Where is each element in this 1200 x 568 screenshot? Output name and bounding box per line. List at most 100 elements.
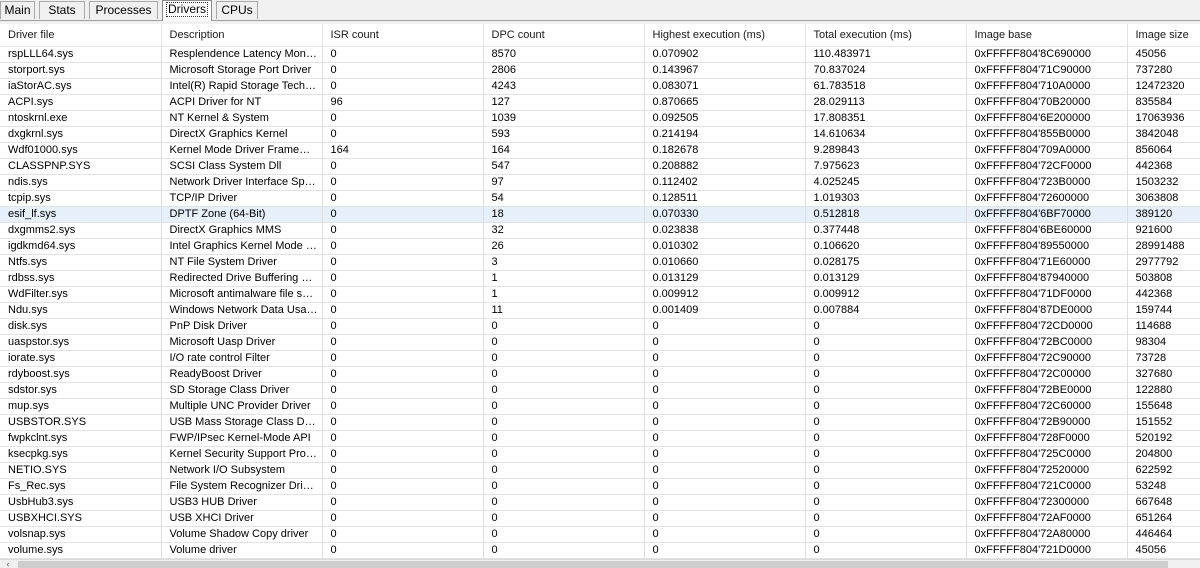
table-row[interactable]: WdFilter.sys Microsoft antimalware file s… <box>0 286 1200 303</box>
cell-image-size: 114688 <box>1127 318 1200 335</box>
table-row[interactable]: dxgmms2.sys DirectX Graphics MMS 0 32 0.0238… <box>0 222 1200 239</box>
cell-image-base: 0xFFFFF804'728F0000 <box>966 430 1128 447</box>
table-row[interactable]: storport.sys Microsoft Storage Port Drive… <box>0 62 1200 79</box>
table-row[interactable]: dxgkrnl.sys DirectX Graphics Kernel 0 593 0.… <box>0 126 1200 143</box>
cell-highest-execution: 0.010302 <box>644 238 806 255</box>
cell-driver-file: ndis.sys <box>0 174 162 191</box>
tab-stats[interactable]: Stats <box>39 1 85 19</box>
cell-image-base: 0xFFFFF804'72520000 <box>966 462 1128 479</box>
cell-driver-file: tcpip.sys <box>0 190 162 207</box>
table-row[interactable]: USBXHCI.SYS USB XHCI Driver 0 0 0 0 0xFFFFF804… <box>0 510 1200 527</box>
table-row[interactable]: rspLLL64.sys Resplendence Latency Monit..… <box>0 46 1200 63</box>
column-header-description[interactable]: Description <box>161 24 323 47</box>
table-row[interactable]: CLASSPNP.SYS SCSI Class System Dll 0 547 0.2… <box>0 158 1200 175</box>
table-row[interactable]: UsbHub3.sys USB3 HUB Driver 0 0 0 0 0xFFFFF804… <box>0 494 1200 511</box>
table-row[interactable]: esif_lf.sys DPTF Zone (64-Bit) 0 18 0.070330… <box>0 206 1200 223</box>
cell-image-base: 0xFFFFF804'72C00000 <box>966 366 1128 383</box>
cell-image-size: 17063936 <box>1127 110 1200 127</box>
cell-image-size: 446464 <box>1127 526 1200 543</box>
table-row[interactable]: igdkmd64.sys Intel Graphics Kernel Mode D… <box>0 238 1200 255</box>
cell-dpc-count: 164 <box>483 142 645 159</box>
column-header-highest-execution[interactable]: Highest execution (ms) <box>644 24 806 47</box>
table-row[interactable]: NETIO.SYS Network I/O Subsystem 0 0 0 0 0xFFFF… <box>0 462 1200 479</box>
column-header-image-size[interactable]: Image size <box>1127 24 1200 47</box>
table-row[interactable]: uaspstor.sys Microsoft Uasp Driver 0 0 0 0 0xF… <box>0 334 1200 351</box>
horizontal-scrollbar[interactable]: ‹ <box>0 559 1200 568</box>
cell-highest-execution: 0 <box>644 462 806 479</box>
table-row[interactable]: iorate.sys I/O rate control Filter 0 0 0 0 0xF… <box>0 350 1200 367</box>
cell-image-size: 3842048 <box>1127 126 1200 143</box>
cell-dpc-count: 18 <box>483 206 645 223</box>
cell-driver-file: dxgkrnl.sys <box>0 126 162 143</box>
cell-image-base: 0xFFFFF804'72BE0000 <box>966 382 1128 399</box>
drivers-list-view[interactable]: Driver file Description ISR count DPC count… <box>0 24 1200 559</box>
table-row[interactable]: Fs_Rec.sys File System Recognizer Driver 0… <box>0 478 1200 495</box>
tab-cpus[interactable]: CPUs <box>216 1 258 19</box>
cell-total-execution: 0 <box>805 414 967 431</box>
table-row[interactable]: ndis.sys Network Driver Interface Speci..… <box>0 174 1200 191</box>
cell-driver-file: esif_lf.sys <box>0 206 162 223</box>
cell-isr-count: 0 <box>322 414 484 431</box>
cell-isr-count: 0 <box>322 478 484 495</box>
table-row[interactable]: Ntfs.sys NT File System Driver 0 3 0.010660 0… <box>0 254 1200 271</box>
tab-stats-label: Stats <box>48 3 76 17</box>
cell-description: File System Recognizer Driver <box>161 478 323 495</box>
cell-image-size: 159744 <box>1127 302 1200 319</box>
cell-highest-execution: 0 <box>644 510 806 527</box>
table-row[interactable]: sdstor.sys SD Storage Class Driver 0 0 0 0 0xF… <box>0 382 1200 399</box>
cell-dpc-count: 0 <box>483 334 645 351</box>
table-row[interactable]: Ndu.sys Windows Network Data Usag... 0 11 0.… <box>0 302 1200 319</box>
table-row[interactable]: fwpkclnt.sys FWP/IPsec Kernel-Mode API 0 0 0… <box>0 430 1200 447</box>
cell-image-base: 0xFFFFF804'855B0000 <box>966 126 1128 143</box>
tab-processes[interactable]: Processes <box>89 1 158 19</box>
chevron-left-icon[interactable]: ‹ <box>0 560 16 568</box>
cell-total-execution: 0.106620 <box>805 238 967 255</box>
cell-image-base: 0xFFFFF804'721C0000 <box>966 478 1128 495</box>
table-row[interactable]: rdyboost.sys ReadyBoost Driver 0 0 0 0 0xFFFFF… <box>0 366 1200 383</box>
tab-drivers[interactable]: Drivers <box>162 0 212 21</box>
table-row[interactable]: ACPI.sys ACPI Driver for NT 96 127 0.870665 2… <box>0 94 1200 111</box>
column-header-total-execution[interactable]: Total execution (ms) <box>805 24 967 47</box>
table-row[interactable]: USBSTOR.SYS USB Mass Storage Class Driver… <box>0 414 1200 431</box>
cell-dpc-count: 0 <box>483 398 645 415</box>
table-row[interactable]: disk.sys PnP Disk Driver 0 0 0 0 0xFFFFF804'72… <box>0 318 1200 335</box>
column-header-driver-file[interactable]: Driver file <box>0 24 162 47</box>
column-header-image-base[interactable]: Image base <box>966 24 1128 47</box>
cell-driver-file: volsnap.sys <box>0 526 162 543</box>
cell-image-size: 389120 <box>1127 206 1200 223</box>
table-row[interactable]: volume.sys Volume driver 0 0 0 0 0xFFFFF804'72… <box>0 542 1200 559</box>
table-row[interactable]: rdbss.sys Redirected Drive Buffering Su..… <box>0 270 1200 287</box>
column-header-isr-count[interactable]: ISR count <box>322 24 484 47</box>
cell-total-execution: 0.009912 <box>805 286 967 303</box>
table-row[interactable]: mup.sys Multiple UNC Provider Driver 0 0 0 0 0… <box>0 398 1200 415</box>
cell-description: DirectX Graphics Kernel <box>161 126 323 143</box>
cell-dpc-count: 54 <box>483 190 645 207</box>
table-row[interactable]: iaStorAC.sys Intel(R) Rapid Storage Techn… <box>0 78 1200 95</box>
cell-isr-count: 0 <box>322 366 484 383</box>
tab-main[interactable]: Main <box>0 1 35 19</box>
cell-isr-count: 0 <box>322 78 484 95</box>
table-row[interactable]: tcpip.sys TCP/IP Driver 0 54 0.128511 1.01930… <box>0 190 1200 207</box>
cell-image-base: 0xFFFFF804'710A0000 <box>966 78 1128 95</box>
column-header-dpc-count[interactable]: DPC count <box>483 24 645 47</box>
table-row[interactable]: volsnap.sys Volume Shadow Copy driver 0 0 0 0… <box>0 526 1200 543</box>
drivers-table: Driver file Description ISR count DPC count… <box>0 24 1200 559</box>
latency-monitor-window: Main Stats Processes Drivers CPUs Driver… <box>0 0 1200 568</box>
scrollbar-thumb[interactable] <box>18 561 1168 568</box>
table-row[interactable]: Wdf01000.sys Kernel Mode Driver Framewor.… <box>0 142 1200 159</box>
cell-isr-count: 0 <box>322 238 484 255</box>
table-row[interactable]: ksecpkg.sys Kernel Security Support Provi… <box>0 446 1200 463</box>
tab-cpus-label: CPUs <box>221 3 253 17</box>
cell-image-size: 442368 <box>1127 158 1200 175</box>
cell-image-size: 856064 <box>1127 142 1200 159</box>
cell-dpc-count: 4243 <box>483 78 645 95</box>
cell-isr-count: 0 <box>322 206 484 223</box>
cell-highest-execution: 0.070330 <box>644 206 806 223</box>
cell-description: PnP Disk Driver <box>161 318 323 335</box>
cell-isr-count: 164 <box>322 142 484 159</box>
cell-dpc-count: 0 <box>483 526 645 543</box>
table-row[interactable]: ntoskrnl.exe NT Kernel & System 0 1039 0.092… <box>0 110 1200 127</box>
cell-image-size: 327680 <box>1127 366 1200 383</box>
cell-total-execution: 0 <box>805 494 967 511</box>
cell-image-size: 151552 <box>1127 414 1200 431</box>
